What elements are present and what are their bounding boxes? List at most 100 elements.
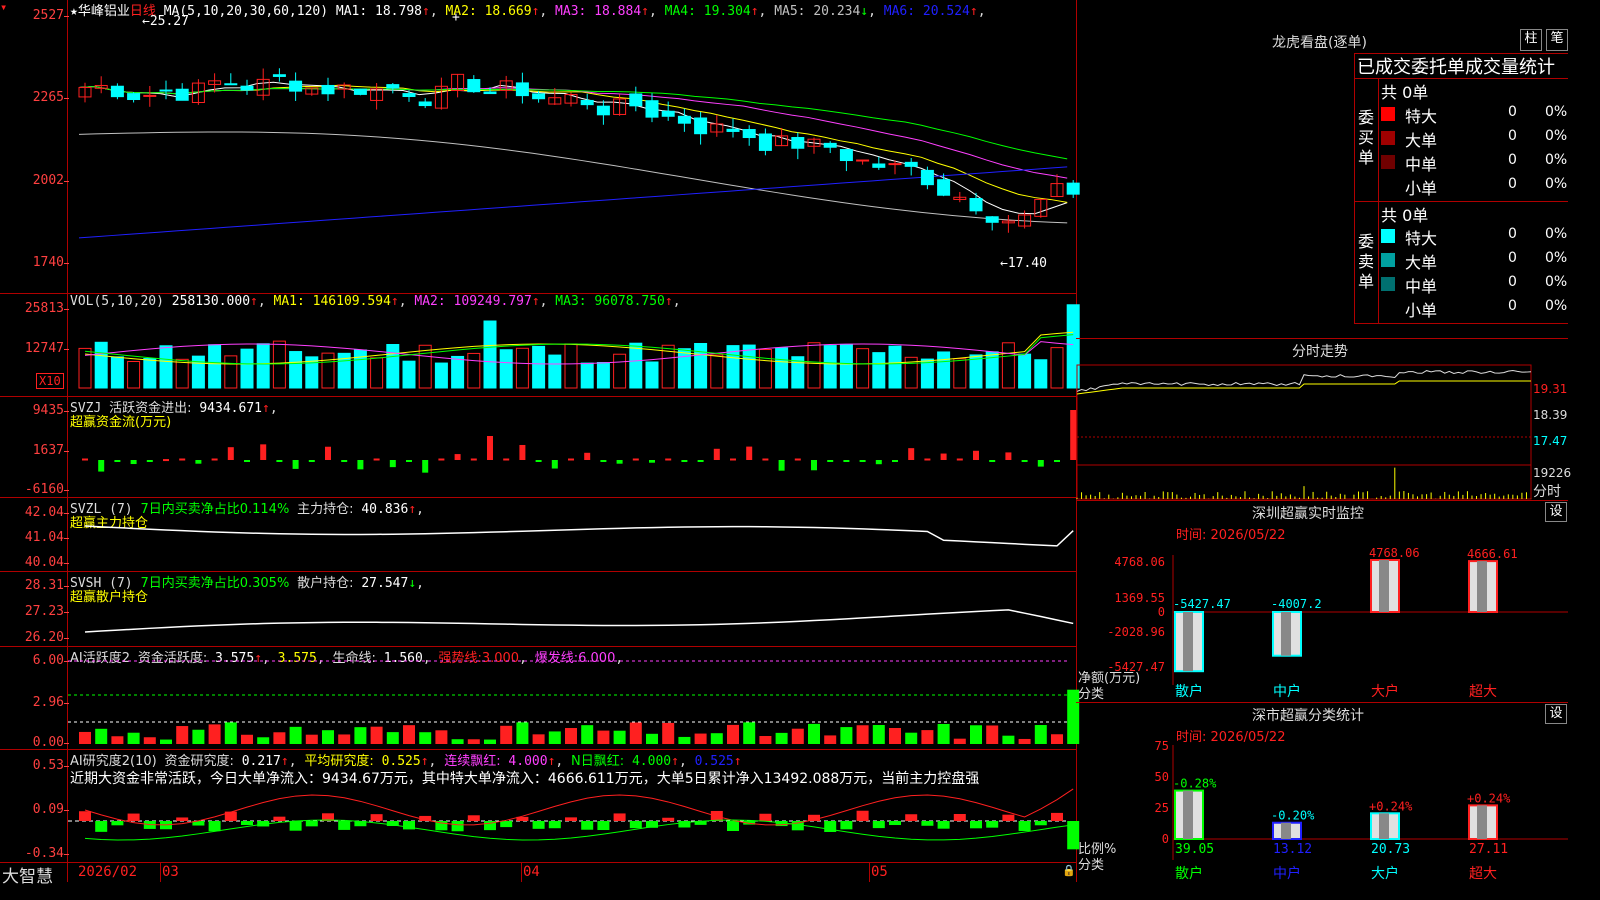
sell-orders-label: 委卖单: [1357, 232, 1374, 291]
intraday-tick: 18.39: [1533, 408, 1568, 422]
monitor-settings-button[interactable]: 设: [1545, 502, 1567, 522]
candle: [110, 85, 124, 98]
main-holding-chart[interactable]: [68, 498, 1076, 571]
fund-flow-bar: [584, 452, 591, 460]
volume-bar: [483, 320, 497, 389]
fund-flow-bar: [649, 460, 655, 463]
candle: [985, 216, 999, 223]
monitor-value-label: -5427.47: [1173, 597, 1231, 611]
volume-chart[interactable]: [68, 294, 1080, 396]
monitor-bar-shade: [1477, 561, 1487, 612]
x-tick: [160, 862, 161, 882]
class-value-label: 13.12: [1273, 842, 1312, 857]
volume-bar: [742, 344, 756, 389]
fund-flow-bar: [195, 460, 202, 464]
activity-bar: [192, 729, 205, 744]
candle: [758, 133, 772, 151]
candle: [596, 105, 610, 116]
y-tick-label: 6.00: [32, 653, 64, 668]
class-settings-button[interactable]: 设: [1545, 704, 1567, 724]
research-bar: [581, 821, 594, 830]
class-stats-chart[interactable]: 75 50 25 0 -0.28% 39.05 散户 -0.20% 13.12 中户 +0.24% 2…: [1077, 739, 1568, 882]
color-swatch: [1381, 131, 1395, 145]
intraday-label: 分时: [1533, 484, 1561, 500]
volume-bar: [953, 358, 967, 389]
divider: [1354, 323, 1568, 324]
y-tick-label: 1637: [32, 443, 64, 458]
lock-icon[interactable]: 🔒: [1062, 864, 1076, 877]
activity-bar: [613, 730, 626, 744]
research-bar: [889, 821, 901, 826]
order-type: 中单: [1405, 277, 1438, 296]
y-tick-label: 26.20: [24, 630, 64, 645]
candle: [839, 149, 853, 162]
fund-flow-bar: [454, 454, 461, 460]
volume-bar: [110, 356, 124, 389]
research-bar: [613, 813, 626, 821]
activity-bar: [662, 722, 675, 744]
color-swatch: [1381, 277, 1395, 291]
divider: [1076, 500, 1568, 501]
class-category: 大户: [1371, 865, 1399, 882]
y-tick-label: 40.04: [24, 555, 64, 570]
order-pct: 0%: [1545, 152, 1568, 168]
volume-bar: [677, 348, 691, 389]
volume-bar: [1034, 359, 1048, 389]
fund-flow-chart[interactable]: [68, 397, 1077, 497]
volume-bar: [175, 358, 189, 389]
candle: [289, 80, 303, 92]
y-tick-label: 2.96: [32, 695, 64, 710]
volume-bar: [240, 348, 254, 389]
fund-flow-bar: [1005, 452, 1012, 460]
volume-bar: [1018, 353, 1032, 389]
volume-bar: [1050, 347, 1064, 389]
bar-mode-button[interactable]: 柱: [1520, 29, 1542, 51]
research-bar: [111, 821, 124, 826]
class-bar-shade: [1281, 822, 1291, 839]
fund-flow-bar: [114, 460, 121, 462]
candle: [515, 82, 529, 97]
research-bar: [662, 817, 675, 821]
candle: [321, 84, 335, 95]
realtime-monitor-chart[interactable]: 4768.061369.550-2028.96-5427.47-5427.47散…: [1077, 540, 1568, 702]
research-bar: [1051, 812, 1063, 821]
order-type: 特大: [1405, 107, 1438, 126]
order-pct: 0%: [1545, 274, 1568, 290]
candle: [726, 128, 740, 132]
activity-bar: [889, 728, 901, 744]
order-row: 中单 0 0%: [1378, 272, 1568, 296]
fund-flow-bar: [211, 458, 218, 461]
monitor-value-label: -4007.2: [1271, 597, 1322, 611]
candle: [127, 93, 141, 101]
y-tick-label: 2002: [32, 173, 64, 188]
ai-activity-chart[interactable]: [68, 647, 1080, 749]
intraday-chart[interactable]: [1076, 362, 1568, 500]
class-y-tick: 25: [1155, 801, 1169, 815]
activity-bar: [160, 739, 172, 744]
volume-bar: [499, 349, 513, 389]
candle: [742, 129, 756, 139]
fund-flow-bar: [519, 444, 526, 460]
volume-bar: [823, 345, 837, 389]
volume-bar: [370, 357, 384, 389]
research-bar: [241, 821, 253, 826]
candle: [904, 161, 918, 167]
fund-flow-bar: [811, 460, 817, 471]
candle: [386, 84, 400, 89]
ai-research-chart[interactable]: [68, 750, 1080, 862]
retail-holding-chart[interactable]: [68, 572, 1076, 646]
order-count: 0: [1508, 128, 1517, 144]
candlestick-chart[interactable]: [68, 0, 1080, 293]
volume-bar: [629, 342, 643, 389]
activity-bar: [646, 733, 658, 744]
fund-flow-bar: [130, 460, 137, 465]
order-pct: 0%: [1545, 250, 1568, 266]
fund-flow-bar: [438, 458, 445, 461]
activity-bar: [532, 734, 545, 744]
research-bar: [565, 817, 577, 821]
candle: [791, 137, 805, 149]
pen-mode-button[interactable]: 笔: [1546, 29, 1568, 51]
class-bar-shade: [1477, 805, 1487, 839]
order-row: 中单 0 0%: [1378, 150, 1568, 174]
activity-bar: [354, 727, 367, 744]
